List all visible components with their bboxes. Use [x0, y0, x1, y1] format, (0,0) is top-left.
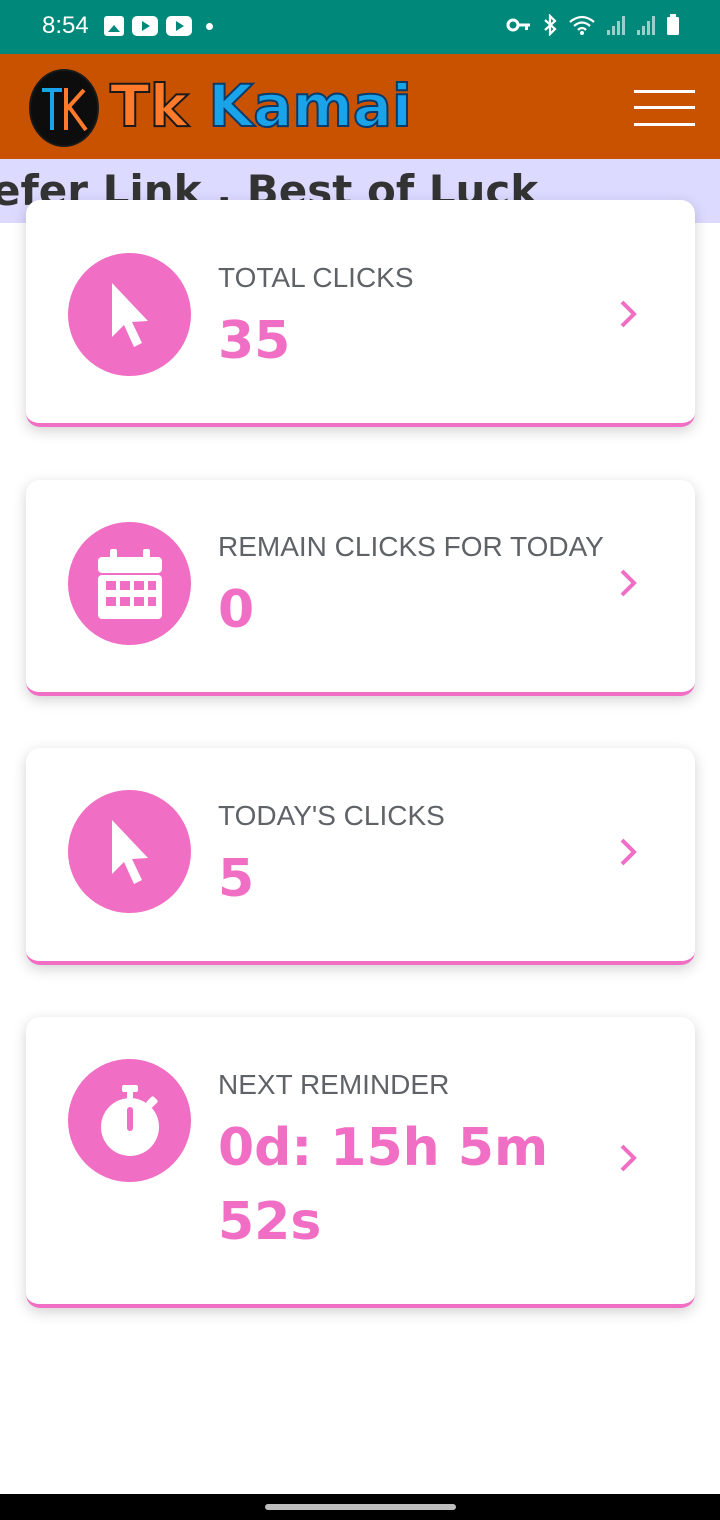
menu-line: [634, 90, 695, 93]
youtube-icon: [166, 16, 192, 36]
card-value: 0: [218, 580, 255, 640]
navigation-bar: [0, 1494, 720, 1520]
menu-line: [634, 123, 695, 126]
chevron-right-icon: [620, 569, 637, 597]
gallery-icon: [104, 16, 124, 36]
chevron-right-icon: [620, 1144, 637, 1172]
card-label: TODAY'S CLICKS: [218, 800, 445, 831]
cursor-icon: [111, 819, 148, 884]
card-label: REMAIN CLICKS FOR TODAY: [218, 531, 604, 562]
logo-icon: [29, 69, 99, 147]
signal-icon: [607, 16, 625, 35]
status-time: 8:54: [42, 12, 89, 39]
remain-clicks-card[interactable]: REMAIN CLICKS FOR TODAY 0: [26, 480, 695, 696]
card-value: 35: [218, 311, 291, 371]
cursor-icon: [111, 282, 148, 347]
logo-kamai: Kamai: [207, 72, 413, 140]
hamburger-menu-button[interactable]: [634, 90, 695, 126]
menu-line: [634, 106, 695, 109]
chevron-right-icon: [620, 300, 637, 328]
youtube-icon: [132, 16, 158, 36]
card-icon-circle: [68, 522, 191, 645]
next-reminder-card[interactable]: NEXT REMINDER 0d: 15h 5m 52s: [26, 1017, 695, 1308]
logo-text: Tk Kamai: [109, 72, 413, 140]
card-value: 5: [218, 849, 255, 909]
bluetooth-icon: [544, 14, 557, 36]
home-indicator[interactable]: [265, 1504, 456, 1510]
stopwatch-icon: [100, 1084, 159, 1156]
card-icon-circle: [68, 790, 191, 913]
status-bar: 8:54: [0, 0, 720, 54]
card-icon-circle: [68, 253, 191, 376]
battery-icon: [667, 14, 679, 35]
card-value-line1: 0d: 15h 5m: [218, 1118, 549, 1178]
card-value-line2: 52s: [218, 1192, 322, 1252]
key-icon: [506, 18, 530, 32]
total-clicks-card[interactable]: TOTAL CLICKS 35: [26, 200, 695, 427]
wifi-icon: [569, 15, 595, 35]
chevron-right-icon: [620, 838, 637, 866]
app-header: Tk Kamai: [0, 54, 720, 159]
status-system-icons: [506, 14, 680, 36]
dot-icon: [206, 22, 213, 30]
todays-clicks-card[interactable]: TODAY'S CLICKS 5: [26, 748, 695, 965]
calendar-icon: [97, 548, 162, 619]
card-label: TOTAL CLICKS: [218, 262, 414, 293]
logo-tk: Tk: [109, 72, 189, 140]
signal-icon: [637, 16, 655, 35]
card-icon-circle: [68, 1059, 191, 1182]
card-label: NEXT REMINDER: [218, 1069, 450, 1100]
status-notification-icons: [104, 16, 213, 36]
